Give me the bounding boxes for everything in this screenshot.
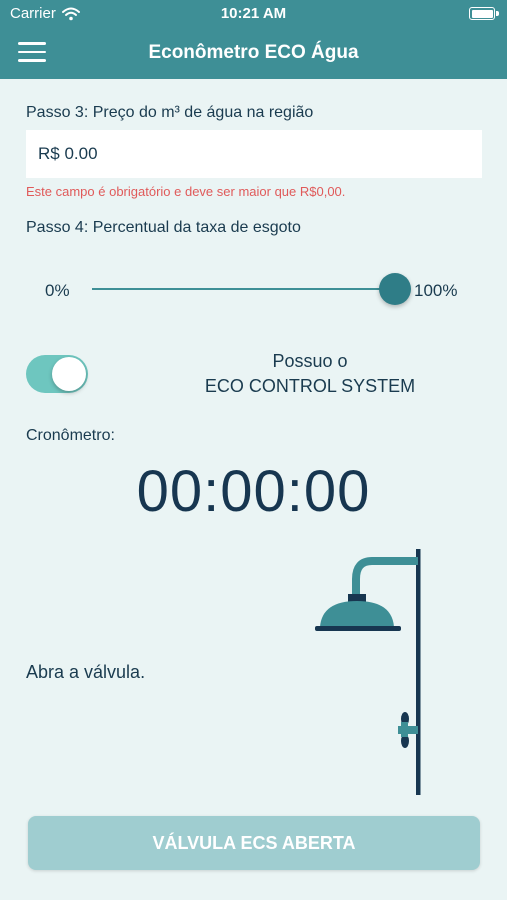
price-error-message: Este campo é obrigatório e deve ser maio… (26, 184, 346, 199)
status-bar: Carrier 10:21 AM (0, 0, 507, 28)
eco-toggle-label-line2: ECO CONTROL SYSTEM (204, 376, 416, 396)
sewage-slider-track[interactable] (92, 288, 395, 290)
sewage-slider-thumb[interactable] (379, 273, 411, 305)
toggle-knob (52, 357, 86, 391)
timer-label: Cronômetro: (26, 427, 115, 444)
slider-max-label: 100% (414, 281, 458, 300)
status-time: 10:21 AM (220, 5, 287, 22)
nav-bar: Econômetro ECO Água (0, 28, 507, 79)
timer-display: 00:00:00 (136, 459, 371, 524)
battery-icon (469, 7, 499, 20)
page-title: Econômetro ECO Água (148, 42, 359, 63)
slider-min-label: 0% (45, 281, 70, 300)
sewage-rate-label: Passo 4: Percentual da taxa de esgoto (26, 219, 301, 236)
shower-icon (315, 549, 421, 795)
valve-open-button[interactable]: VÁLVULA ECS ABERTA (28, 816, 480, 870)
eco-toggle-label-line1: Possuo o (272, 351, 348, 371)
instruction-text: Abra a válvula. (26, 662, 146, 682)
eco-control-toggle[interactable] (26, 355, 88, 393)
water-price-input[interactable] (26, 130, 482, 178)
price-label: Passo 3: Preço do m³ de água na região (26, 104, 314, 121)
